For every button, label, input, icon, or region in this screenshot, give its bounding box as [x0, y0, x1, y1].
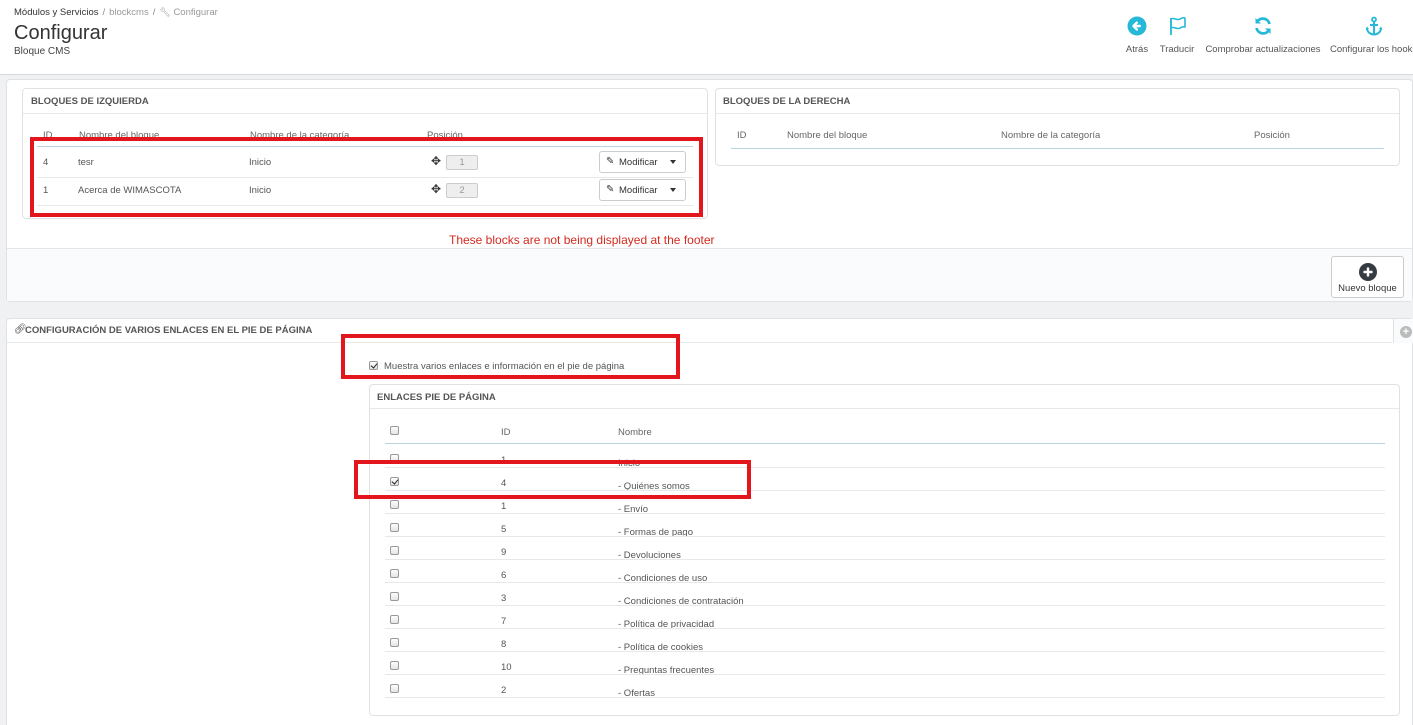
right-blocks-title: BLOQUES DE LA DERECHA — [723, 96, 851, 107]
check-updates-button[interactable]: Comprobar actualizaciones — [1203, 16, 1323, 55]
footer-links-panel — [369, 384, 1400, 716]
position-field: 1 — [446, 155, 478, 170]
link-id: 5 — [501, 524, 507, 535]
link-id: 4 — [501, 478, 507, 489]
row-divider — [385, 674, 1385, 675]
link-id: 1 — [501, 455, 507, 466]
col-block-name: Nombre del bloque — [79, 130, 160, 141]
modify-button[interactable]: ✎ Modificar — [599, 151, 686, 173]
expand-plus-icon[interactable]: + — [1400, 326, 1412, 338]
annotation-text: These blocks are not being displayed at … — [449, 233, 715, 247]
row-divider — [385, 559, 1385, 560]
row-divider — [385, 467, 1385, 468]
row-divider — [385, 651, 1385, 652]
breadcrumb-blockcms-link[interactable]: blockcms — [109, 7, 149, 18]
wrench-icon: 🔧︎ — [159, 7, 171, 17]
link-id: 9 — [501, 547, 507, 558]
back-button[interactable]: Atrás — [1118, 16, 1156, 55]
link-checkbox[interactable] — [390, 500, 399, 509]
row-divider — [385, 536, 1385, 537]
edit-icon: ✎ — [606, 184, 615, 195]
drag-handle-icon[interactable]: ✥ — [431, 183, 441, 195]
anchor-icon — [1365, 16, 1383, 36]
link-id: 2 — [501, 685, 507, 696]
col-category-name: Nombre de la categoría — [250, 130, 350, 141]
link-checkbox[interactable] — [390, 592, 399, 601]
translate-button[interactable]: Traducir — [1157, 16, 1197, 55]
new-block-button[interactable]: Nuevo bloque — [1331, 256, 1404, 298]
refresh-icon — [1255, 17, 1271, 35]
left-blocks-title: BLOQUES DE IZQUIERDA — [31, 96, 149, 107]
breadcrumb-modules-link[interactable]: Módulos y Servicios — [14, 7, 98, 18]
col-position: Posición — [1254, 130, 1290, 141]
link-id: 8 — [501, 639, 507, 650]
col-name: Nombre — [618, 427, 652, 438]
col-category-name: Nombre de la categoría — [1001, 130, 1101, 141]
page-title: Configurar — [14, 22, 108, 44]
link-checkbox[interactable] — [390, 638, 399, 647]
link-id: 6 — [501, 570, 507, 581]
show-links-checkbox[interactable] — [369, 361, 378, 370]
row-divider — [385, 628, 1385, 629]
position-field: 2 — [446, 183, 478, 198]
edit-icon: ✎ — [606, 156, 615, 167]
link-checkbox[interactable] — [390, 546, 399, 555]
drag-handle-icon[interactable]: ✥ — [431, 155, 441, 167]
col-position: Posición — [427, 130, 463, 141]
row-divider — [385, 605, 1385, 606]
link-id: 3 — [501, 593, 507, 604]
configure-hooks-button[interactable]: Configurar los hooks — [1330, 16, 1413, 55]
link-id: 7 — [501, 616, 507, 627]
flag-icon — [1170, 16, 1186, 35]
breadcrumb: Módulos y Servicios / blockcms / 🔧︎ Configur… — [14, 7, 218, 18]
link-checkbox[interactable] — [390, 684, 399, 693]
col-id: ID — [501, 427, 511, 438]
col-id: ID — [43, 130, 53, 141]
caret-down-icon[interactable] — [670, 188, 676, 192]
plus-circle-icon — [1358, 263, 1377, 281]
row-divider — [385, 697, 1385, 698]
col-id: ID — [737, 130, 747, 141]
link-id: 10 — [501, 662, 512, 673]
row-divider — [385, 490, 1385, 491]
footer-config-title: CONFIGURACIÓN DE VARIOS ENLACES EN EL PI… — [25, 325, 313, 336]
link-checkbox[interactable] — [390, 477, 399, 486]
link-checkbox[interactable] — [390, 569, 399, 578]
modify-button[interactable]: ✎ Modificar — [599, 179, 686, 201]
select-all-checkbox[interactable] — [390, 426, 399, 435]
link-checkbox[interactable] — [390, 661, 399, 670]
link-checkbox[interactable] — [390, 454, 399, 463]
panel-footer — [7, 248, 1412, 301]
show-links-label: Muestra varios enlaces e información en … — [384, 361, 625, 372]
link-id: 1 — [501, 501, 507, 512]
link-checkbox[interactable] — [390, 615, 399, 624]
arrow-left-circle-icon — [1127, 16, 1147, 36]
col-block-name: Nombre del bloque — [787, 130, 868, 141]
link-checkbox[interactable] — [390, 523, 399, 532]
caret-down-icon[interactable] — [670, 160, 676, 164]
row-divider — [385, 582, 1385, 583]
row-divider — [385, 513, 1385, 514]
page-subtitle: Bloque CMS — [14, 46, 71, 57]
breadcrumb-current: 🔧︎ Configurar — [159, 7, 218, 18]
footer-links-title: ENLACES PIE DE PÁGINA — [377, 392, 496, 403]
